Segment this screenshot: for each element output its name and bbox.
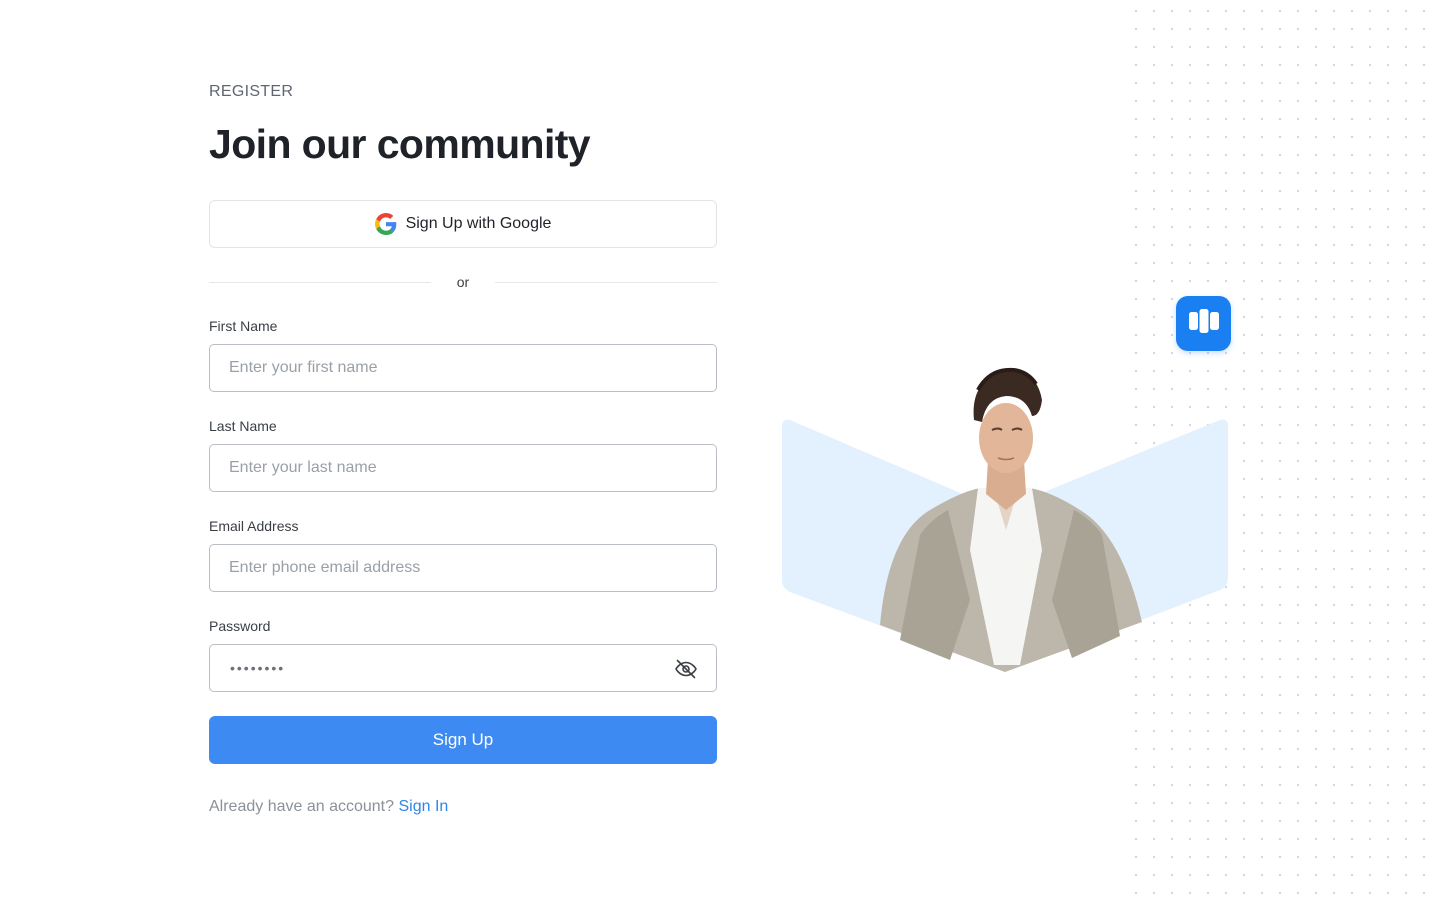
first-name-label: First Name	[209, 318, 278, 334]
portrait-of-man-in-suit	[782, 367, 1228, 672]
last-name-input[interactable]	[210, 445, 716, 491]
columns-icon	[1187, 306, 1221, 341]
first-name-field	[209, 344, 717, 392]
hero-illustration	[780, 360, 1230, 680]
eye-off-icon[interactable]	[674, 657, 698, 681]
email-input[interactable]	[210, 545, 716, 591]
password-field[interactable]: ••••••••	[209, 644, 717, 692]
sign-in-prompt-text: Already have an account?	[209, 798, 395, 815]
sign-up-button[interactable]: Sign Up	[209, 716, 717, 764]
sign-in-prompt: Already have an account? Sign In	[209, 798, 448, 816]
sign-in-link[interactable]: Sign In	[398, 798, 448, 815]
divider-line-right	[495, 281, 717, 283]
password-masked-value: ••••••••	[230, 660, 286, 676]
password-label: Password	[209, 618, 271, 634]
or-divider: or	[209, 272, 717, 292]
divider-or-text: or	[456, 274, 470, 290]
email-field	[209, 544, 717, 592]
email-label: Email Address	[209, 518, 299, 534]
google-icon	[374, 213, 397, 235]
divider-line-left	[209, 281, 431, 283]
last-name-label: Last Name	[209, 418, 277, 434]
app-badge	[1176, 296, 1231, 351]
register-page: REGISTER Join our community Sign Up with…	[0, 0, 1440, 900]
google-signup-label: Sign Up with Google	[405, 215, 552, 232]
last-name-field	[209, 444, 717, 492]
first-name-input[interactable]	[210, 345, 716, 391]
google-signup-button[interactable]: Sign Up with Google	[209, 200, 717, 248]
eyebrow-label: REGISTER	[209, 83, 294, 100]
page-title: Join our community	[209, 121, 591, 167]
